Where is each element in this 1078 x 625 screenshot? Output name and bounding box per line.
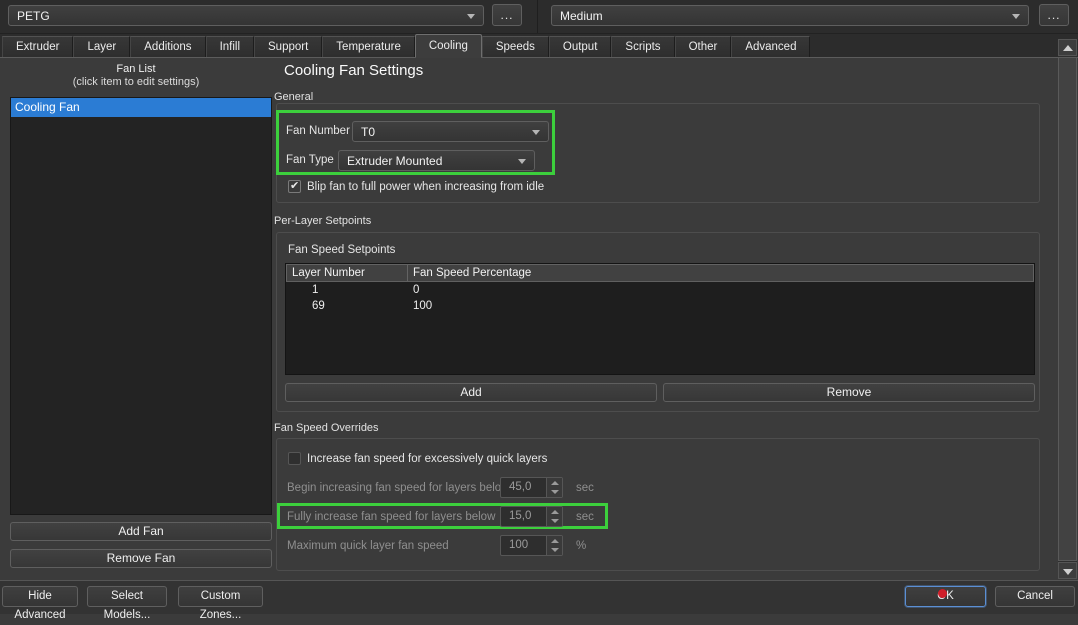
max-quick-layer-label: Maximum quick layer fan speed	[287, 540, 449, 552]
tab-speeds[interactable]: Speeds	[482, 36, 549, 57]
remove-fan-button[interactable]: Remove Fan	[10, 549, 272, 568]
tab-extruder[interactable]: Extruder	[2, 36, 73, 57]
begin-increasing-spinbox[interactable]: 45,0	[500, 477, 563, 498]
table-row[interactable]: 1 0	[286, 282, 1034, 298]
max-quick-layer-spinbox[interactable]: 100	[500, 535, 563, 556]
tab-other[interactable]: Other	[675, 36, 732, 57]
material-profile-select[interactable]: PETG	[8, 5, 484, 26]
quality-profile-more-button[interactable]: ...	[1039, 4, 1069, 26]
spin-up-icon	[551, 539, 559, 543]
fan-list-item-cooling-fan[interactable]: Cooling Fan	[11, 98, 271, 117]
fan-type-select[interactable]: Extruder Mounted	[338, 150, 535, 171]
fan-list-subtitle: (click item to edit settings)	[0, 76, 272, 88]
increase-fan-speed-checkbox[interactable]	[288, 452, 301, 465]
fully-increase-unit: sec	[576, 511, 594, 523]
col-layer-number[interactable]: Layer Number	[286, 264, 408, 281]
dialog-footer: Hide Advanced Select Models... Custom Zo…	[0, 580, 1078, 614]
page-title: Cooling Fan Settings	[284, 62, 423, 79]
blip-fan-checkbox[interactable]	[288, 180, 301, 193]
add-fan-button[interactable]: Add Fan	[10, 522, 272, 541]
fan-list-title: Fan List	[0, 63, 272, 75]
material-profile-value: PETG	[17, 9, 50, 23]
setpoint-add-button[interactable]: Add	[285, 383, 657, 402]
overrides-section-label: Fan Speed Overrides	[274, 422, 379, 434]
vertical-scrollbar[interactable]	[1058, 39, 1077, 579]
fan-type-label: Fan Type	[286, 154, 334, 166]
settings-tab-bar: Extruder Layer Additions Infill Support …	[0, 34, 1078, 58]
chevron-down-icon	[467, 14, 475, 19]
fan-type-value: Extruder Mounted	[347, 154, 442, 168]
cooling-tab-content: Fan List (click item to edit settings) C…	[0, 58, 1058, 580]
fully-increase-spinbox[interactable]: 15,0	[500, 506, 563, 527]
spin-down-icon	[551, 548, 559, 552]
tab-scripts[interactable]: Scripts	[611, 36, 674, 57]
col-fan-speed-percentage[interactable]: Fan Speed Percentage	[408, 264, 1034, 281]
scrollbar-thumb[interactable]	[1058, 57, 1077, 561]
tab-output[interactable]: Output	[549, 36, 612, 57]
max-quick-layer-unit: %	[576, 540, 586, 552]
top-bar: PETG ... Medium ...	[0, 0, 1078, 34]
fan-speed-setpoints-label: Fan Speed Setpoints	[288, 244, 395, 256]
cancel-button[interactable]: Cancel	[995, 586, 1075, 607]
spinner-buttons[interactable]	[546, 536, 562, 555]
fan-number-select[interactable]: T0	[352, 121, 549, 142]
spin-down-icon	[551, 490, 559, 494]
chevron-down-icon	[1012, 14, 1020, 19]
spin-up-icon	[551, 510, 559, 514]
general-section-label: General	[274, 91, 313, 103]
fan-number-label: Fan Number	[286, 125, 350, 137]
quality-profile-value: Medium	[560, 9, 603, 23]
fan-number-value: T0	[361, 125, 375, 139]
setpoint-remove-button[interactable]: Remove	[663, 383, 1035, 402]
material-profile-more-button[interactable]: ...	[492, 4, 522, 26]
begin-increasing-label: Begin increasing fan speed for layers be…	[287, 482, 509, 494]
spinner-buttons[interactable]	[546, 507, 562, 526]
tab-support[interactable]: Support	[254, 36, 322, 57]
tab-temperature[interactable]: Temperature	[322, 36, 415, 57]
chevron-down-icon	[518, 159, 526, 164]
setpoints-table-header: Layer Number Fan Speed Percentage	[286, 264, 1034, 282]
blip-fan-label: Blip fan to full power when increasing f…	[307, 181, 544, 193]
increase-fan-speed-label: Increase fan speed for excessively quick…	[307, 453, 547, 465]
scroll-up-icon[interactable]	[1058, 39, 1077, 56]
custom-zones-button[interactable]: Custom Zones...	[178, 586, 263, 607]
begin-increasing-unit: sec	[576, 482, 594, 494]
fully-increase-label: Fully increase fan speed for layers belo…	[287, 511, 495, 523]
select-models-button[interactable]: Select Models...	[87, 586, 167, 607]
scroll-down-icon[interactable]	[1058, 562, 1077, 579]
hide-advanced-button[interactable]: Hide Advanced	[2, 586, 78, 607]
spinner-buttons[interactable]	[546, 478, 562, 497]
fan-list[interactable]: Cooling Fan	[10, 97, 272, 515]
spin-up-icon	[551, 481, 559, 485]
table-row[interactable]: 69 100	[286, 298, 1034, 314]
cursor-dot	[938, 589, 947, 598]
quality-profile-select[interactable]: Medium	[551, 5, 1029, 26]
setpoints-table[interactable]: Layer Number Fan Speed Percentage 1 0 69…	[285, 263, 1035, 375]
tab-advanced[interactable]: Advanced	[731, 36, 810, 57]
chevron-down-icon	[532, 130, 540, 135]
tab-infill[interactable]: Infill	[206, 36, 254, 57]
tab-layer[interactable]: Layer	[73, 36, 130, 57]
topbar-divider	[537, 0, 538, 33]
tab-additions[interactable]: Additions	[130, 36, 205, 57]
tab-cooling[interactable]: Cooling	[415, 34, 482, 58]
per-layer-section-label: Per-Layer Setpoints	[274, 215, 371, 227]
spin-down-icon	[551, 519, 559, 523]
